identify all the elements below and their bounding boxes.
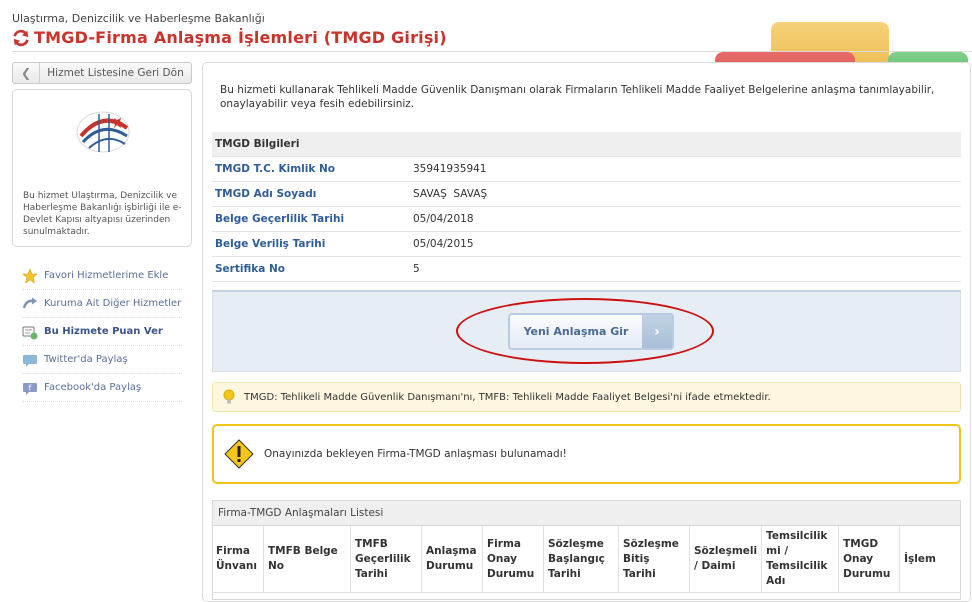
back-to-services-button[interactable]: ❮ Hizmet Listesine Geri Dön bbox=[12, 62, 192, 84]
star-icon bbox=[22, 267, 38, 284]
service-info-box: Bu hizmet Ulaştırma, Denizcilik ve Haber… bbox=[12, 89, 192, 247]
table-header-row: Firma Ünvanı TMFB Belge No TMFB Geçerlil… bbox=[212, 526, 961, 593]
info-value: 35941935941 bbox=[410, 156, 961, 182]
share-arrow-icon bbox=[22, 297, 37, 308]
info-label: Sertifika No bbox=[212, 256, 410, 282]
favorite-link[interactable]: Favori Hizmetlerime Ekle bbox=[22, 262, 182, 290]
tmgd-info-table: TMGD Bilgileri TMGD T.C. Kimlik No 35941… bbox=[212, 132, 961, 282]
agreements-list-title: Firma-TMGD Anlaşmaları Listesi bbox=[212, 500, 961, 526]
warning-icon bbox=[224, 439, 254, 469]
warning-text: Onayınızda bekleyen Firma-TMGD anlaşması… bbox=[264, 448, 567, 460]
column-header: Anlaşma Durumu bbox=[421, 526, 483, 593]
table-row: Belge Veriliş Tarihi 05/04/2015 bbox=[212, 231, 961, 257]
column-header: Firma Onay Durumu bbox=[482, 526, 544, 593]
ministry-logo-icon bbox=[76, 111, 130, 153]
info-label: TMGD T.C. Kimlik No bbox=[212, 156, 410, 182]
column-header: TMFB Belge No bbox=[263, 526, 351, 593]
facebook-share-link-label: Facebook'da Paylaş bbox=[44, 382, 142, 393]
info-table-header: TMGD Bilgileri bbox=[212, 132, 961, 157]
page-title-bar: TMGD-Firma Anlaşma İşlemleri (TMGD Giriş… bbox=[12, 28, 447, 47]
column-header: Sözleşme Başlangıç Tarihi bbox=[543, 526, 619, 593]
column-header: TMFB Geçerlilik Tarihi bbox=[350, 526, 422, 593]
intro-text: Bu hizmeti kullanarak Tehlikeli Madde Gü… bbox=[220, 84, 935, 110]
info-value: 05/04/2015 bbox=[410, 231, 961, 257]
column-header: İşlem bbox=[899, 526, 961, 593]
column-header: Sözleşmeli / Daimi bbox=[689, 526, 763, 593]
table-row: TMGD Adı Soyadı SAVAŞ SAVAŞ bbox=[212, 181, 961, 207]
service-description: Bu hizmet Ulaştırma, Denizcilik ve Haber… bbox=[23, 191, 182, 237]
other-services-link-label: Kuruma Ait Diğer Hizmetler bbox=[44, 298, 182, 309]
twitter-share-link-label: Twitter'da Paylaş bbox=[44, 354, 128, 365]
lightbulb-icon bbox=[223, 389, 235, 404]
twitter-icon bbox=[23, 354, 37, 367]
info-value: 05/04/2018 bbox=[410, 206, 961, 232]
agreements-table: Firma Ünvanı TMFB Belge No TMFB Geçerlil… bbox=[212, 526, 961, 593]
rate-service-link-label: Bu Hizmete Puan Ver bbox=[44, 326, 163, 337]
rating-icon bbox=[22, 326, 38, 339]
facebook-share-link[interactable]: f Facebook'da Paylaş bbox=[22, 374, 182, 402]
sidebar-links: Favori Hizmetlerime Ekle Kuruma Ait Diğe… bbox=[22, 262, 182, 402]
highlight-annotation bbox=[456, 298, 714, 364]
other-services-link[interactable]: Kuruma Ait Diğer Hizmetler bbox=[22, 290, 182, 318]
column-header: Temsilcilik mi / Temsilcilik Adı bbox=[761, 526, 840, 593]
column-header: TMGD Onay Durumu bbox=[838, 526, 901, 593]
rate-service-link[interactable]: Bu Hizmete Puan Ver bbox=[22, 318, 182, 346]
facebook-icon: f bbox=[23, 382, 37, 395]
header-divider bbox=[12, 51, 972, 52]
info-label: Belge Veriliş Tarihi bbox=[212, 231, 410, 257]
table-row: TMGD T.C. Kimlik No 35941935941 bbox=[212, 156, 961, 182]
column-header: Sözleşme Bitiş Tarihi bbox=[618, 526, 690, 593]
info-tip-text: TMGD: Tehlikeli Madde Güvenlik Danışmanı… bbox=[244, 391, 771, 403]
table-row: Sertifika No 5 bbox=[212, 256, 961, 282]
info-value: 5 bbox=[410, 256, 961, 282]
table-row: Belge Geçerlilik Tarihi 05/04/2018 bbox=[212, 206, 961, 232]
info-value: SAVAŞ SAVAŞ bbox=[410, 181, 961, 207]
chevron-left-icon: ❮ bbox=[13, 63, 40, 83]
twitter-share-link[interactable]: Twitter'da Paylaş bbox=[22, 346, 182, 374]
column-header: Firma Ünvanı bbox=[212, 526, 264, 593]
back-button-label: Hizmet Listesine Geri Dön bbox=[47, 67, 184, 79]
svg-text:f: f bbox=[29, 383, 32, 392]
favorite-link-label: Favori Hizmetlerime Ekle bbox=[44, 270, 169, 281]
refresh-arrows-icon bbox=[13, 29, 29, 46]
info-label: TMGD Adı Soyadı bbox=[212, 181, 410, 207]
page-title: TMGD-Firma Anlaşma İşlemleri (TMGD Giriş… bbox=[34, 28, 447, 47]
warning-message: Onayınızda bekleyen Firma-TMGD anlaşması… bbox=[212, 424, 961, 484]
info-tip: TMGD: Tehlikeli Madde Güvenlik Danışmanı… bbox=[212, 382, 961, 412]
info-label: Belge Geçerlilik Tarihi bbox=[212, 206, 410, 232]
ministry-name: Ulaştırma, Denizcilik ve Haberleşme Baka… bbox=[12, 12, 265, 25]
